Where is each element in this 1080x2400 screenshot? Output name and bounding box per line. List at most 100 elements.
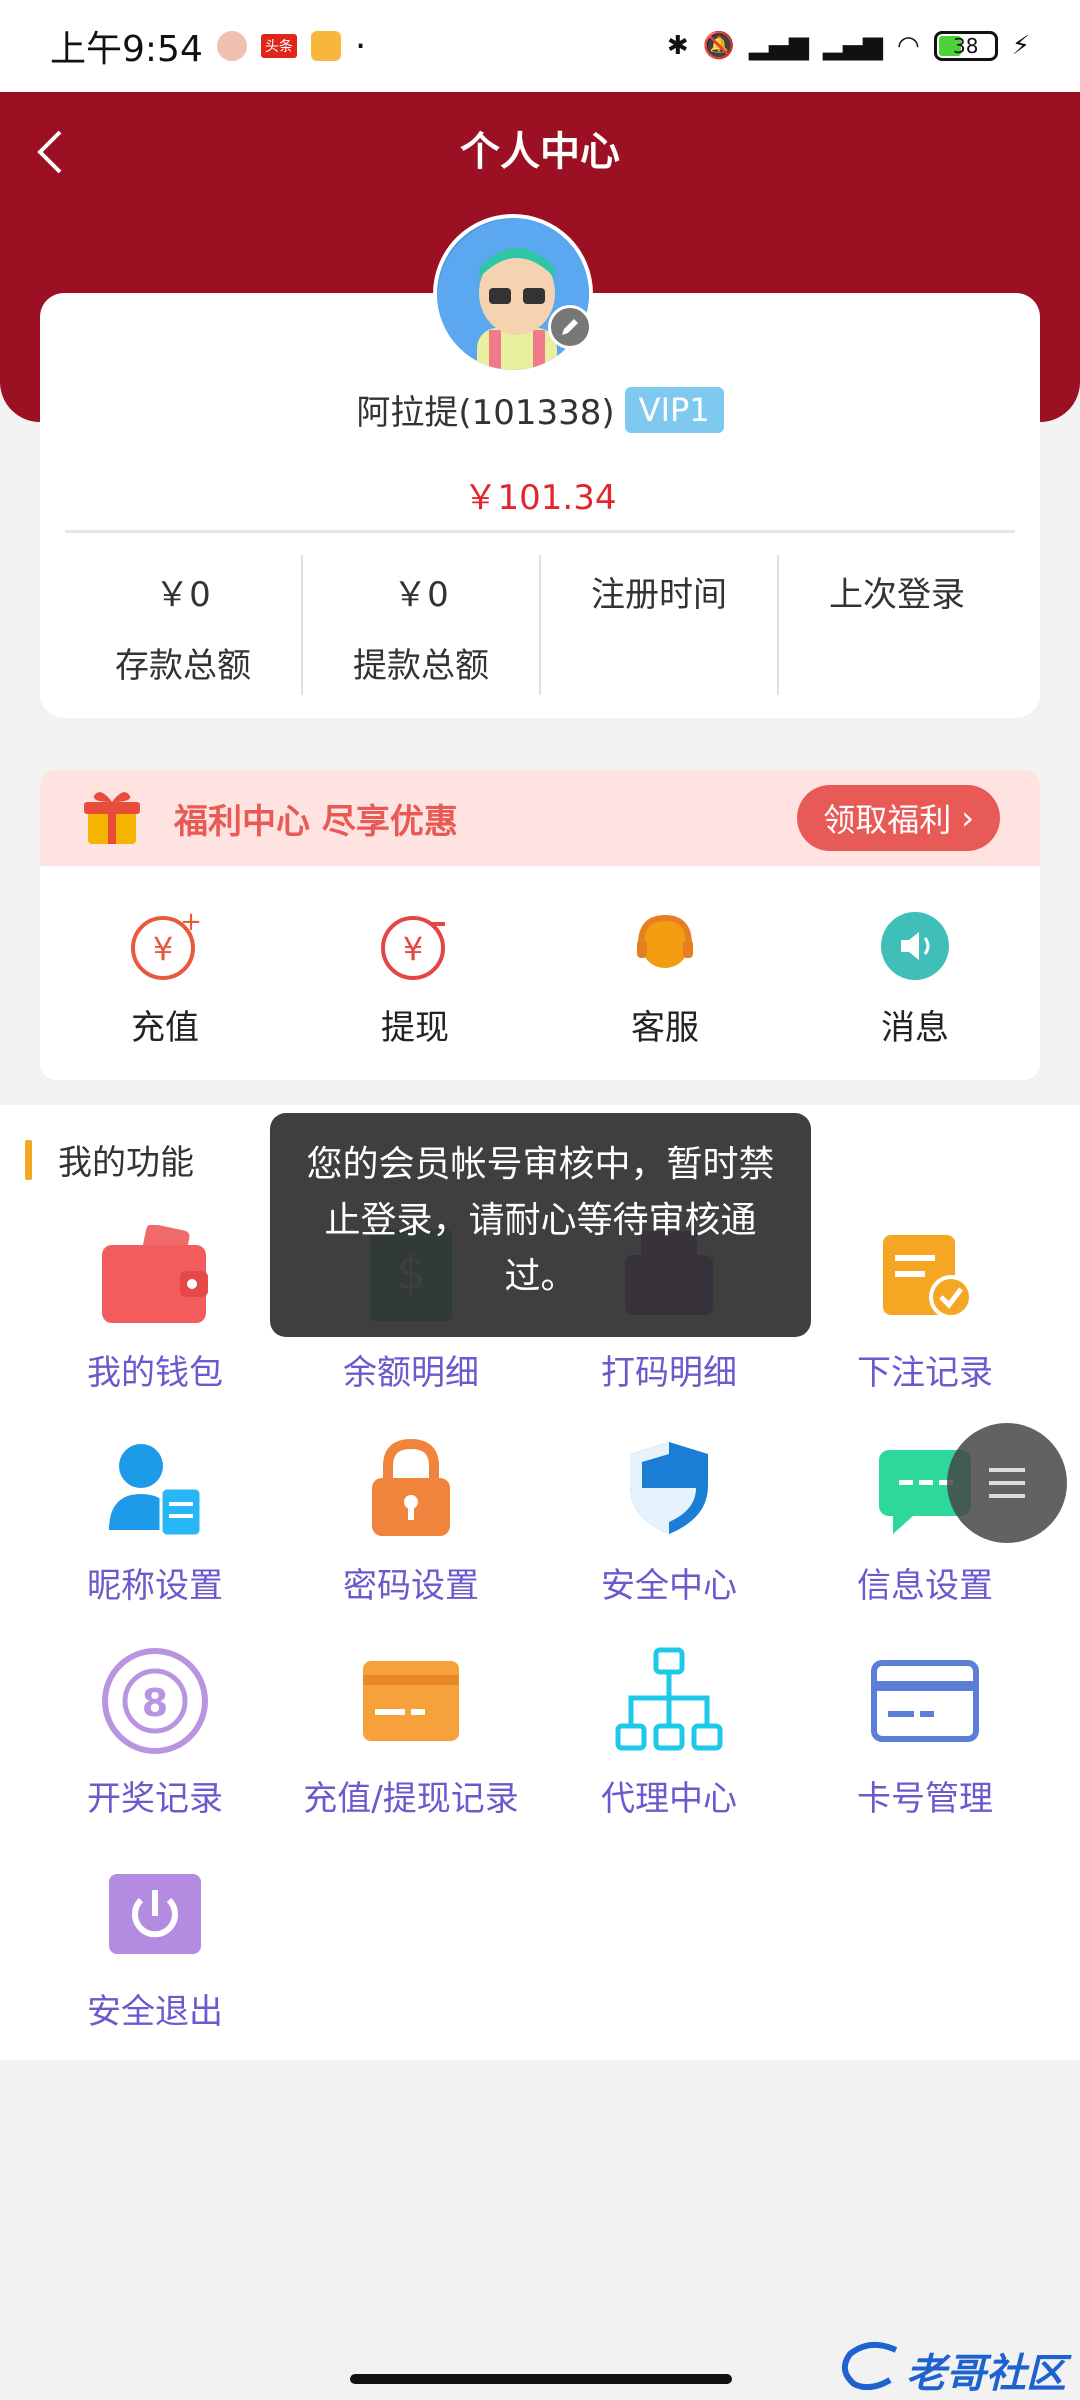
svg-text:¥: ¥ xyxy=(403,930,423,968)
billiard-ball-icon: 8 xyxy=(95,1641,215,1761)
quick-label: 充值 xyxy=(131,1008,199,1048)
quick-label: 客服 xyxy=(631,1008,699,1048)
headset-icon xyxy=(625,906,705,986)
stats-row: ￥0 存款总额 ￥0 提款总额 注册时间 上次登录 xyxy=(65,555,1015,695)
svg-text:+: + xyxy=(180,908,202,937)
home-indicator[interactable] xyxy=(350,2374,732,2384)
wallet-icon xyxy=(95,1215,215,1335)
function-label: 安全退出 xyxy=(87,1992,223,2032)
stat-value: ￥0 xyxy=(155,575,211,615)
charging-icon: ⚡ xyxy=(1011,31,1030,61)
recharge-icon: ¥ + xyxy=(125,906,205,986)
stat-label: 提款总额 xyxy=(353,646,489,686)
stat-label: 注册时间 xyxy=(591,575,727,615)
function-card-management[interactable]: 卡号管理 xyxy=(790,1641,1060,1841)
function-recharge-withdraw-records[interactable]: 充值/提现记录 xyxy=(276,1641,546,1841)
status-system-icons: ✱ 🔕 ▂▄▆ ▂▄▆ ◠ 38 ⚡ xyxy=(667,31,1030,61)
function-label: 余额明细 xyxy=(343,1353,479,1393)
claim-welfare-button[interactable]: 领取福利 › xyxy=(797,785,1000,851)
floating-menu-button[interactable] xyxy=(947,1423,1067,1543)
stat-label: 存款总额 xyxy=(115,646,251,686)
mute-icon: 🔕 xyxy=(702,31,736,61)
claim-welfare-label: 领取福利 xyxy=(823,801,952,839)
function-label: 打码明细 xyxy=(601,1353,737,1393)
bank-card-icon xyxy=(865,1641,985,1761)
function-lottery-results[interactable]: 8 开奖记录 xyxy=(20,1641,290,1841)
welfare-text: 福利中心 尽享优惠 xyxy=(174,801,458,842)
status-time: 上午9:54 xyxy=(50,29,203,70)
withdraw-icon: ¥ xyxy=(375,906,455,986)
card-icon xyxy=(351,1641,471,1761)
shield-icon xyxy=(609,1428,729,1548)
notes-app-icon xyxy=(310,31,341,61)
avatar-notification-icon xyxy=(216,31,247,61)
function-security-center[interactable]: 安全中心 xyxy=(534,1428,804,1628)
watermark-logo: 老哥社区 xyxy=(840,2340,1070,2400)
wifi-icon: ◠ xyxy=(897,31,920,61)
user-name-row: 阿拉提(101338) VIP1 xyxy=(0,385,1080,434)
stat-register-time: 注册时间 xyxy=(541,555,779,695)
org-chart-icon xyxy=(609,1641,729,1761)
dragon-logo-icon xyxy=(840,2340,900,2400)
function-label: 卡号管理 xyxy=(857,1779,993,1819)
clipboard-check-icon xyxy=(865,1215,985,1335)
divider xyxy=(65,530,1015,533)
avatar[interactable] xyxy=(433,214,593,374)
status-notification-icons: 头条 · xyxy=(216,25,367,67)
toast-message: 您的会员帐号审核中，暂时禁止登录，请耐心等待审核通过。 xyxy=(270,1113,811,1337)
quick-recharge[interactable]: ¥ + 充值 xyxy=(40,906,290,1049)
function-label: 密码设置 xyxy=(343,1566,479,1606)
stat-last-login: 上次登录 xyxy=(779,555,1015,695)
function-label: 信息设置 xyxy=(857,1566,993,1606)
watermark-text: 老哥社区 xyxy=(906,2351,1066,2397)
user-name: 阿拉提(101338) xyxy=(356,393,615,433)
section-title-text: 我的功能 xyxy=(58,1143,194,1183)
function-label: 开奖记录 xyxy=(87,1779,223,1819)
function-label: 安全中心 xyxy=(601,1566,737,1606)
pencil-icon xyxy=(562,319,578,335)
quick-messages[interactable]: 消息 xyxy=(790,906,1040,1049)
quick-withdraw[interactable]: ¥ 提现 xyxy=(290,906,540,1049)
page-title: 个人中心 xyxy=(460,129,620,175)
stat-withdraw-total: ￥0 提款总额 xyxy=(303,555,541,695)
svg-text:¥: ¥ xyxy=(153,930,173,968)
toutiao-badge: 头条 xyxy=(260,34,297,58)
signal-icon-2: ▂▄▆ xyxy=(823,31,884,61)
function-label: 下注记录 xyxy=(857,1353,993,1393)
function-nickname-settings[interactable]: 昵称设置 xyxy=(20,1428,290,1628)
quick-label: 提现 xyxy=(381,1008,449,1048)
power-icon xyxy=(95,1854,215,1974)
account-balance: ￥101.34 xyxy=(463,478,617,518)
function-password-settings[interactable]: 密码设置 xyxy=(276,1428,546,1628)
welfare-banner: 福利中心 尽享优惠 领取福利 › xyxy=(40,770,1040,866)
vip-badge: VIP1 xyxy=(624,386,724,433)
chevron-right-icon: › xyxy=(961,799,974,837)
welfare-card: 福利中心 尽享优惠 领取福利 › ¥ + 充值 ¥ 提现 客服 消息 xyxy=(40,770,1040,1080)
stat-deposit-total: ￥0 存款总额 xyxy=(65,555,303,695)
bluetooth-icon: ✱ xyxy=(666,31,689,61)
status-bar: 上午9:54 头条 · ✱ 🔕 ▂▄▆ ▂▄▆ ◠ 38 ⚡ xyxy=(0,0,1080,92)
function-wallet[interactable]: 我的钱包 xyxy=(20,1215,290,1415)
section-accent-bar xyxy=(25,1139,32,1180)
function-logout[interactable]: 安全退出 xyxy=(20,1854,290,2054)
stat-value: ￥0 xyxy=(393,575,449,615)
function-label: 充值/提现记录 xyxy=(303,1779,519,1819)
function-label: 我的钱包 xyxy=(87,1353,223,1393)
signal-icon: ▂▄▆ xyxy=(749,31,810,61)
quick-customer-service[interactable]: 客服 xyxy=(540,906,790,1049)
edit-avatar-button[interactable] xyxy=(548,305,592,349)
function-agent-center[interactable]: 代理中心 xyxy=(534,1641,804,1841)
user-document-icon xyxy=(95,1428,215,1548)
section-title: 我的功能 xyxy=(25,1135,194,1184)
dot-icon: · xyxy=(354,25,367,67)
function-label: 代理中心 xyxy=(601,1779,737,1819)
menu-icon xyxy=(989,1468,1025,1498)
quick-label: 消息 xyxy=(881,1008,949,1048)
battery-icon: 38 xyxy=(933,31,998,61)
function-bet-records[interactable]: 下注记录 xyxy=(790,1215,1060,1415)
lock-icon xyxy=(351,1428,471,1548)
quick-actions: ¥ + 充值 ¥ 提现 客服 消息 xyxy=(40,866,1040,1049)
gift-icon xyxy=(80,784,144,852)
function-label: 昵称设置 xyxy=(87,1566,223,1606)
stat-label: 上次登录 xyxy=(829,575,965,615)
